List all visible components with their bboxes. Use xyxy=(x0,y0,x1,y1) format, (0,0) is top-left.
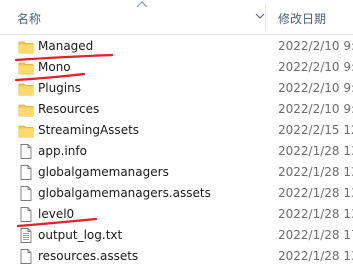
list-item-globalgamemanagers-assets[interactable]: globalgamemanagers.assets 2022/1/28 13 xyxy=(0,183,353,204)
file-icon xyxy=(20,186,32,201)
list-item-streamingassets[interactable]: StreamingAssets 2022/2/15 12 xyxy=(0,120,353,141)
file-icon xyxy=(20,207,32,222)
file-name: resources.assets xyxy=(38,249,139,263)
file-name: level0 xyxy=(38,207,75,221)
file-date: 2022/1/28 13 xyxy=(278,186,353,200)
column-header-date-modified[interactable]: 修改日期 xyxy=(278,10,326,27)
file-name: StreamingAssets xyxy=(38,123,140,137)
file-date: 2022/2/15 12 xyxy=(278,123,353,137)
folder-icon xyxy=(18,104,34,117)
file-name: output_log.txt xyxy=(38,228,123,242)
column-header-name[interactable]: 名称 xyxy=(17,10,41,27)
file-icon xyxy=(20,144,32,159)
file-date: 2022/1/28 17 xyxy=(278,228,353,242)
file-icon xyxy=(20,165,32,180)
file-name: Managed xyxy=(38,39,94,53)
column-dropdown-chevron-icon[interactable] xyxy=(255,12,265,20)
folder-icon xyxy=(18,62,34,75)
file-name: globalgamemanagers.assets xyxy=(38,186,211,200)
file-name: globalgamemanagers xyxy=(38,165,169,179)
file-date: 2022/2/10 9:4 xyxy=(278,60,353,74)
sort-ascending-icon xyxy=(136,1,148,8)
file-date: 2022/1/28 13 xyxy=(278,207,353,221)
file-name: Resources xyxy=(38,102,100,116)
list-item-managed[interactable]: Managed 2022/2/10 9:4 xyxy=(0,36,353,57)
folder-icon xyxy=(18,83,34,96)
file-name: Plugins xyxy=(38,81,81,95)
file-list: Managed 2022/2/10 9:4 Mono 2022/2/10 9:4… xyxy=(0,36,353,264)
list-item-output-log[interactable]: output_log.txt 2022/1/28 17 xyxy=(0,225,353,246)
file-name: Mono xyxy=(38,60,71,74)
list-item-app-info[interactable]: app.info 2022/1/28 13 xyxy=(0,141,353,162)
list-item-mono[interactable]: Mono 2022/2/10 9:4 xyxy=(0,57,353,78)
file-date: 2022/2/10 9:4 xyxy=(278,81,353,95)
list-item-plugins[interactable]: Plugins 2022/2/10 9:4 xyxy=(0,78,353,99)
text-file-icon xyxy=(20,228,32,243)
folder-icon xyxy=(18,125,34,138)
file-date: 2022/1/28 13 xyxy=(278,144,353,158)
list-item-resources[interactable]: Resources 2022/2/10 9:4 xyxy=(0,99,353,120)
column-divider[interactable] xyxy=(265,4,266,30)
folder-icon xyxy=(18,41,34,54)
file-date: 2022/2/10 9:4 xyxy=(278,39,353,53)
list-item-globalgamemanagers[interactable]: globalgamemanagers 2022/1/28 13 xyxy=(0,162,353,183)
file-date: 2022/1/28 13 xyxy=(278,165,353,179)
file-date: 2022/2/10 9:4 xyxy=(278,102,353,116)
column-header-row: 名称 修改日期 xyxy=(0,0,353,35)
file-name: app.info xyxy=(38,144,87,158)
file-icon xyxy=(20,249,32,264)
file-date: 2022/1/28 13 xyxy=(278,249,353,263)
list-item-level0[interactable]: level0 2022/1/28 13 xyxy=(0,204,353,225)
